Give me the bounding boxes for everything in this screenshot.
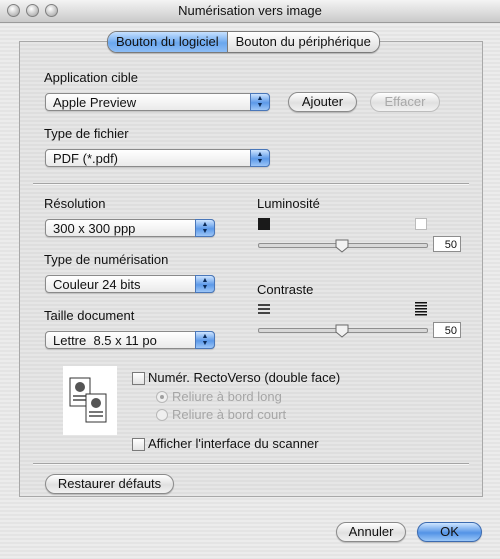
duplex-checkbox[interactable] (132, 372, 145, 385)
add-button[interactable]: Ajouter (288, 92, 357, 112)
long-edge-radio[interactable] (156, 391, 168, 403)
brightness-label: Luminosité (257, 196, 320, 211)
contrast-value-field[interactable]: 50 (433, 322, 461, 338)
show-scanner-ui-checkbox[interactable] (132, 438, 145, 451)
target-app-value: Apple Preview (53, 95, 137, 110)
ok-button[interactable]: OK (417, 522, 482, 542)
filetype-popup[interactable]: PDF (*.pdf) ▲ ▼ (45, 149, 270, 167)
show-scanner-ui-label: Afficher l'interface du scanner (148, 436, 319, 451)
target-app-label: Application cible (44, 70, 138, 85)
popup-arrows-icon: ▲ ▼ (195, 275, 215, 293)
short-edge-radio[interactable] (156, 409, 168, 421)
brightness-dark-icon (258, 218, 270, 230)
scan-type-popup[interactable]: Couleur 24 bits ▲ ▼ (45, 275, 215, 293)
slider-thumb-icon[interactable] (335, 239, 349, 253)
scan-type-label: Type de numérisation (44, 252, 169, 267)
filetype-value: PDF (*.pdf) (53, 151, 119, 166)
contrast-label: Contraste (257, 282, 314, 297)
divider (33, 463, 469, 465)
short-edge-label: Reliure à bord court (172, 407, 287, 422)
doc-size-popup[interactable]: Lettre 8.5 x 11 po ▲ ▼ (45, 331, 215, 349)
resolution-value: 300 x 300 ppp (53, 221, 136, 236)
target-app-popup[interactable]: Apple Preview ▲ ▼ (45, 93, 270, 111)
doc-size-label: Taille document (44, 308, 135, 323)
resolution-popup[interactable]: 300 x 300 ppp ▲ ▼ (45, 219, 215, 237)
resolution-label: Résolution (44, 196, 106, 211)
dialog-window: Numérisation vers image Bouton du logici… (0, 0, 500, 559)
contrast-low-icon (258, 304, 270, 314)
divider (33, 183, 469, 185)
popup-arrows-icon: ▲ ▼ (195, 331, 215, 349)
tab-software-button[interactable]: Bouton du logiciel (108, 32, 227, 52)
slider-thumb-icon[interactable] (335, 324, 349, 338)
duplex-document-icon (63, 366, 117, 435)
popup-arrows-icon: ▲ ▼ (250, 149, 270, 167)
contrast-high-icon (415, 302, 427, 316)
title-bar: Numérisation vers image (0, 0, 500, 23)
doc-size-value: Lettre 8.5 x 11 po (53, 333, 157, 348)
scan-type-value: Couleur 24 bits (53, 277, 141, 292)
brightness-value-field[interactable]: 50 (433, 236, 461, 252)
window-title: Numérisation vers image (178, 3, 322, 18)
filetype-label: Type de fichier (44, 126, 129, 141)
popup-arrows-icon: ▲ ▼ (195, 219, 215, 237)
delete-button[interactable]: Effacer (370, 92, 440, 112)
brightness-light-icon (415, 218, 427, 230)
long-edge-label: Reliure à bord long (172, 389, 282, 404)
duplex-label: Numér. RectoVerso (double face) (148, 370, 341, 385)
popup-arrows-icon: ▲ ▼ (250, 93, 270, 111)
tab-device-button[interactable]: Bouton du périphérique (226, 32, 379, 52)
cancel-button[interactable]: Annuler (336, 522, 406, 542)
restore-defaults-button[interactable]: Restaurer défauts (45, 474, 174, 494)
tab-bar: Bouton du logiciel Bouton du périphériqu… (107, 31, 380, 53)
